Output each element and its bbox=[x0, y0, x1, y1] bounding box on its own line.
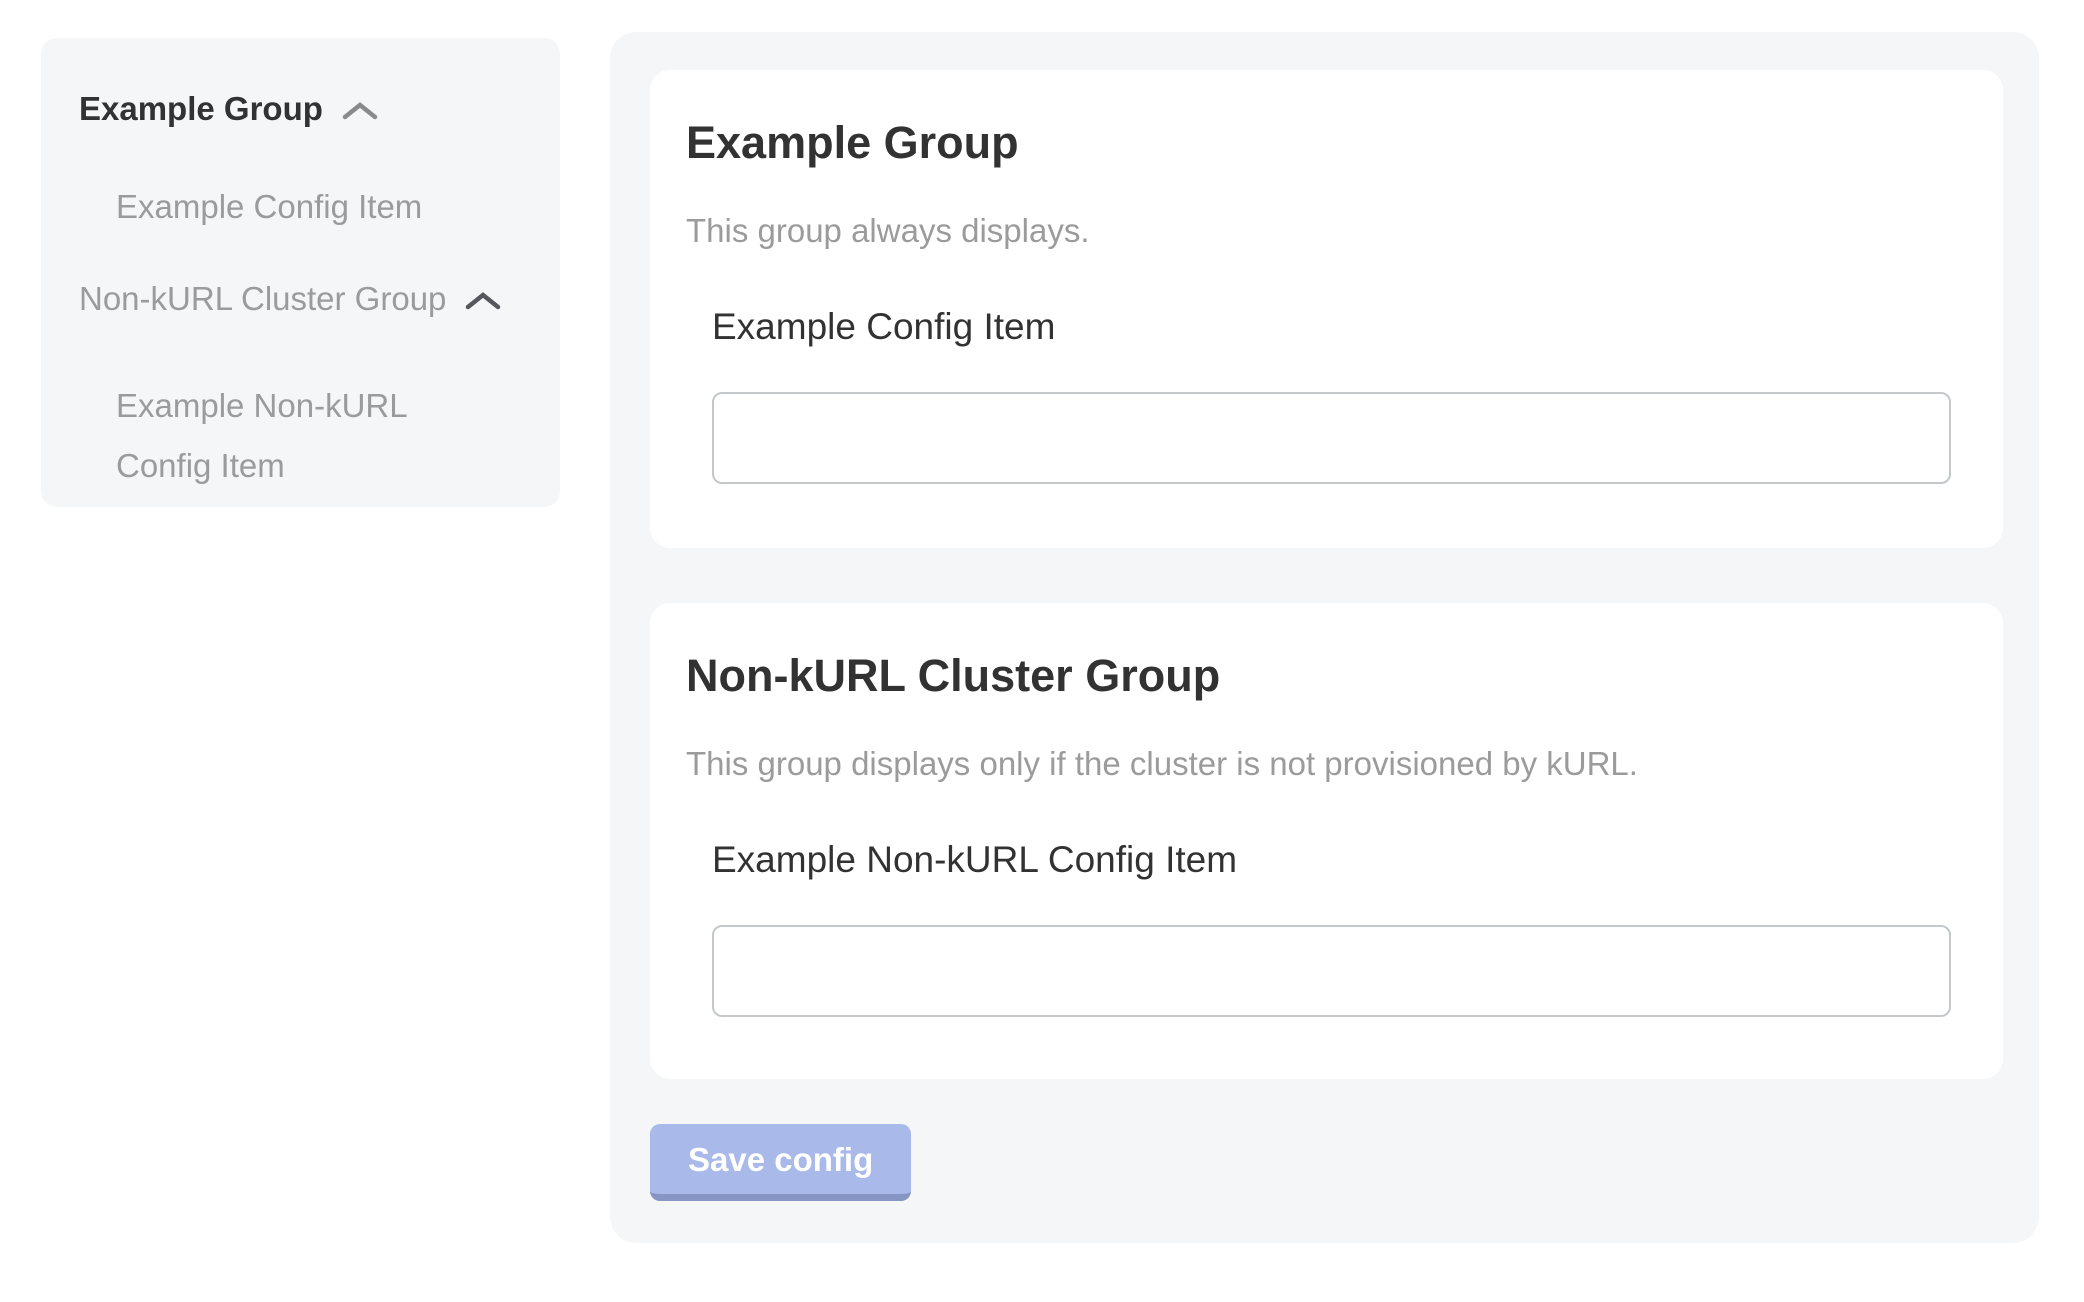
group-title: Non-kURL Cluster Group bbox=[686, 649, 1967, 703]
save-config-button[interactable]: Save config bbox=[650, 1124, 911, 1201]
group-description: This group always displays. bbox=[686, 210, 1967, 252]
sidebar-item-example-non-kurl-config-item[interactable]: Example Non-kURL Config Item bbox=[116, 376, 446, 496]
config-item-label: Example Config Item bbox=[712, 304, 1967, 350]
sidebar-group-label: Non-kURL Cluster Group bbox=[79, 278, 446, 320]
group-description: This group displays only if the cluster … bbox=[686, 743, 1967, 785]
config-item-input-example-config-item[interactable] bbox=[712, 392, 1951, 484]
config-area: Example Group This group always displays… bbox=[610, 32, 2039, 1243]
sidebar-group-label: Example Group bbox=[79, 88, 323, 130]
chevron-up-icon bbox=[464, 290, 502, 312]
group-title: Example Group bbox=[686, 116, 1967, 170]
config-item-input-example-non-kurl-config-item[interactable] bbox=[712, 925, 1951, 1017]
config-group-card-non-kurl-cluster-group: Non-kURL Cluster Group This group displa… bbox=[650, 603, 2003, 1079]
sidebar-item-example-config-item[interactable]: Example Config Item bbox=[116, 186, 522, 228]
sidebar-group-example-group[interactable]: Example Group bbox=[79, 88, 522, 130]
sidebar-group-non-kurl-cluster-group[interactable]: Non-kURL Cluster Group bbox=[79, 278, 522, 320]
config-item-label: Example Non-kURL Config Item bbox=[712, 837, 1967, 883]
chevron-up-icon bbox=[341, 100, 379, 122]
config-sidebar: Example Group Example Config Item Non-kU… bbox=[41, 38, 560, 507]
config-group-card-example-group: Example Group This group always displays… bbox=[650, 70, 2003, 548]
